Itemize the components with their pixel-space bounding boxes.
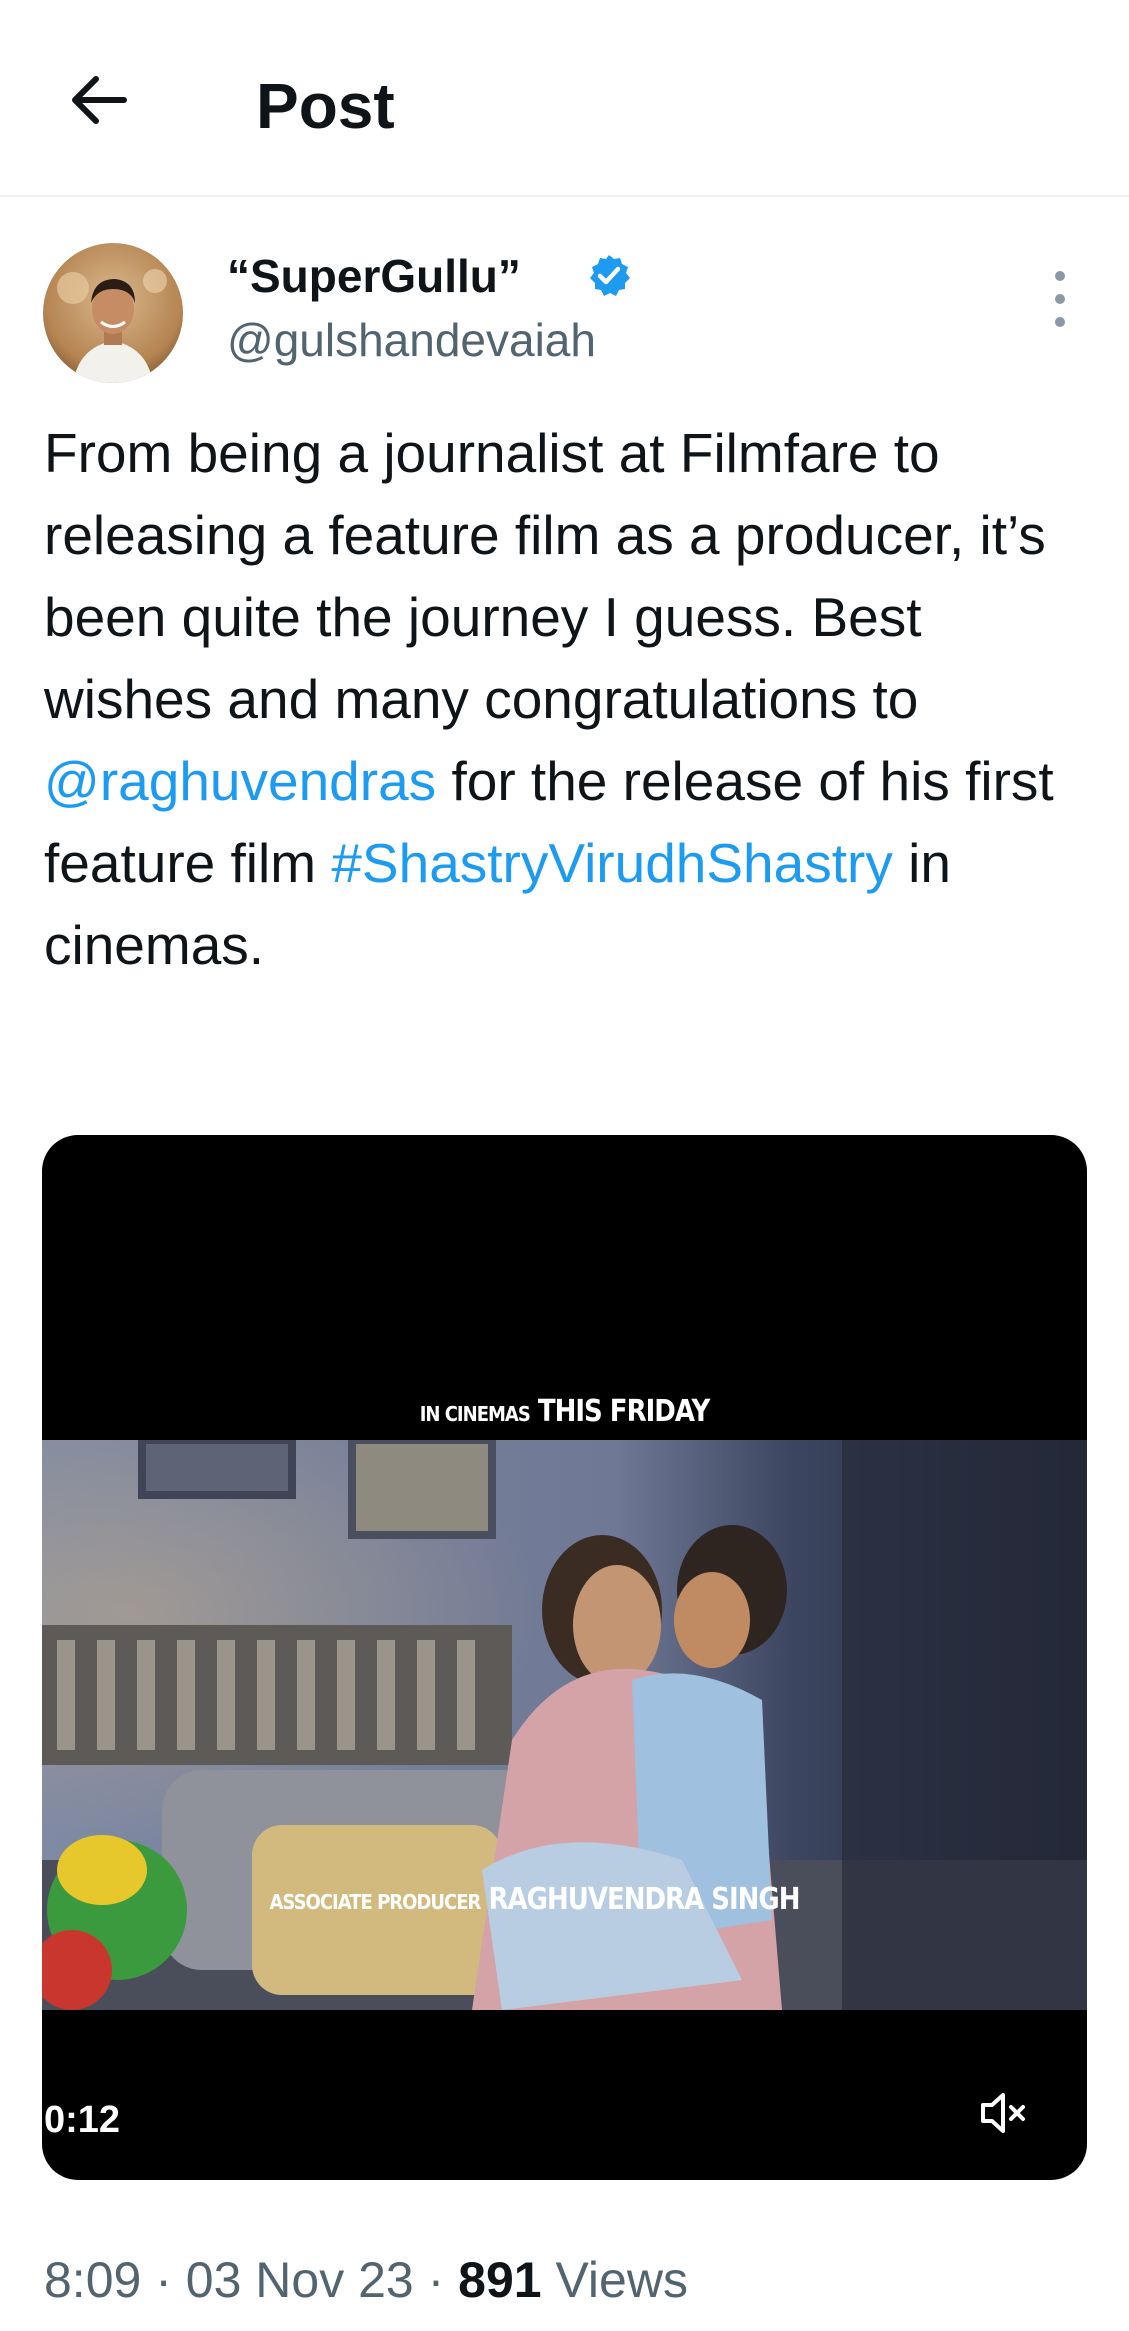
views-count[interactable]: 891 bbox=[458, 2252, 541, 2308]
mention-link[interactable]: @raghuvendras bbox=[44, 750, 436, 812]
video-frame bbox=[42, 1440, 1087, 2010]
post-date: 03 Nov 23 bbox=[185, 2252, 414, 2308]
back-button[interactable] bbox=[60, 62, 136, 138]
speaker-muted-icon[interactable] bbox=[975, 2085, 1031, 2141]
video-time: 0:12 bbox=[44, 2099, 121, 2141]
post-time: 8:09 bbox=[44, 2252, 142, 2308]
video-caption-top: IN CINEMAS THIS FRIDAY bbox=[42, 1395, 1087, 1430]
tweet-text: From being a journalist at Filmfare to r… bbox=[44, 412, 1104, 986]
meta-separator: · bbox=[413, 2252, 459, 2308]
caption-top-small: IN CINEMAS bbox=[419, 1402, 531, 1427]
more-vertical-icon[interactable] bbox=[1038, 266, 1082, 332]
views-label: Views bbox=[541, 2252, 688, 2308]
arrow-left-icon bbox=[72, 76, 127, 124]
page-title: Post bbox=[256, 70, 395, 142]
verified-badge-icon bbox=[590, 255, 630, 296]
video-caption-bottom: ASSOCIATE PRODUCER RAGHUVENDRA SINGH bbox=[42, 1883, 1087, 1918]
meta-separator: · bbox=[141, 2252, 186, 2308]
video-player[interactable]: IN CINEMAS THIS FRIDAY ASSOCIATE PRODUCE… bbox=[42, 1135, 1087, 2180]
author-handle[interactable]: @gulshandevaiah bbox=[227, 312, 596, 368]
tweet-text-part: From being a journalist at Filmfare to r… bbox=[44, 422, 1046, 730]
author-display-name[interactable]: “SuperGullu” bbox=[227, 248, 521, 304]
hashtag-link[interactable]: #ShastryVirudhShastry bbox=[331, 832, 893, 894]
caption-bottom-large: RAGHUVENDRA SINGH bbox=[488, 1882, 800, 1918]
post-meta: 8:09 · 03 Nov 23 · 891 Views bbox=[44, 2250, 688, 2310]
caption-bottom-small: ASSOCIATE PRODUCER bbox=[269, 1890, 481, 1915]
top-bar: Post bbox=[0, 0, 1129, 197]
avatar[interactable] bbox=[43, 243, 183, 383]
caption-top-large: THIS FRIDAY bbox=[537, 1394, 710, 1430]
